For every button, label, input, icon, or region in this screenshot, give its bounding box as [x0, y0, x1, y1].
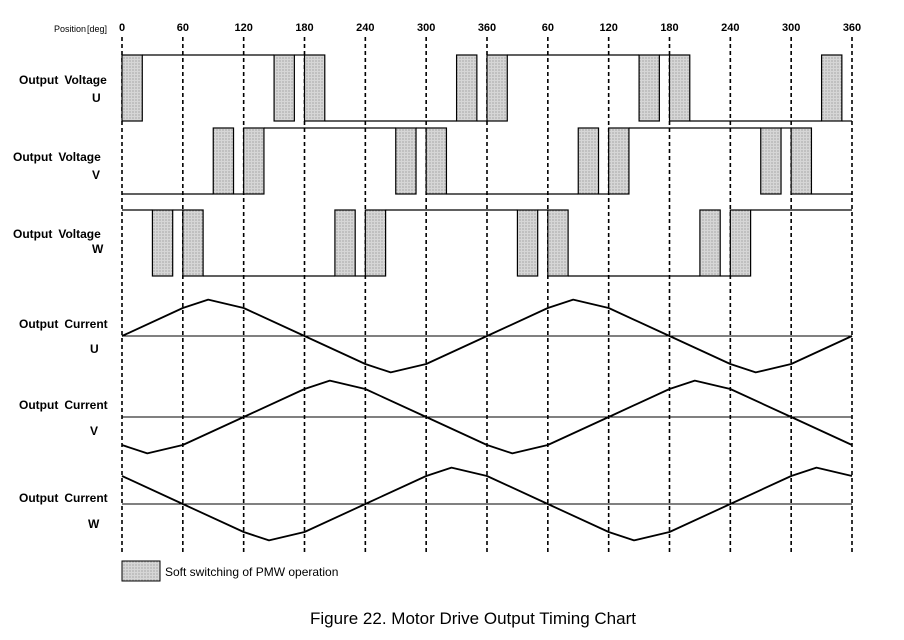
tick-label: 360	[478, 22, 496, 34]
soft-switching-block	[151, 209, 174, 277]
position-ticks: 0 60 120 180 240 300 360 60 120 180 240 300 360	[119, 22, 861, 34]
legend-label: Soft switching of PMW operation	[165, 565, 338, 579]
soft-switching-block	[364, 209, 387, 277]
label-current-w-line1: Output Current	[19, 491, 108, 505]
soft-switching-block	[486, 54, 508, 122]
timing-chart: Position[deg] 0 60 120 180 240 300 360 60 120 180…	[13, 22, 861, 628]
soft-switching-block	[577, 127, 600, 195]
soft-switching-block	[182, 209, 204, 277]
soft-switching-block	[608, 127, 630, 195]
soft-switching-block	[455, 54, 478, 122]
soft-switching-block	[121, 54, 143, 122]
label-voltage-v-line1: Output Voltage	[13, 150, 101, 164]
label-voltage-w-phase: W	[92, 242, 104, 256]
current-waveforms	[121, 298, 853, 542]
tick-label: 300	[782, 22, 800, 34]
signal-labels: Output Voltage U Output Voltage V Output Vo…	[13, 73, 108, 531]
tick-label: 60	[177, 22, 189, 34]
tick-label: 360	[843, 22, 861, 34]
soft-switching-block	[212, 127, 235, 195]
label-voltage-u-line1: Output Voltage	[19, 73, 107, 87]
soft-switching-block	[699, 209, 721, 277]
label-current-u-line1: Output Current	[19, 317, 108, 331]
label-current-w-phase: W	[88, 517, 100, 531]
label-current-u-phase: U	[90, 342, 99, 356]
soft-switching-block	[273, 54, 295, 122]
tick-label: 300	[417, 22, 435, 34]
label-current-v-phase: V	[90, 424, 98, 438]
soft-switching-block	[243, 127, 265, 195]
soft-switching-block	[668, 54, 691, 122]
soft-switching-block	[638, 54, 660, 122]
legend: Soft switching of PMW operation	[121, 560, 338, 582]
label-current-v-line1: Output Current	[19, 398, 108, 412]
tick-label: 0	[119, 22, 125, 34]
soft-switching-block	[516, 209, 539, 277]
tick-label: 120	[599, 22, 617, 34]
soft-switching-block	[547, 209, 569, 277]
tick-label: 180	[660, 22, 678, 34]
soft-switching-block	[303, 54, 326, 122]
figure-caption: Figure 22. Motor Drive Output Timing Cha…	[310, 609, 636, 628]
tick-label: 240	[721, 22, 739, 34]
soft-switching-block	[334, 209, 356, 277]
soft-switching-block	[760, 127, 782, 195]
tick-label: 240	[356, 22, 374, 34]
soft-switching-block	[790, 127, 813, 195]
label-voltage-v-phase: V	[92, 168, 100, 182]
label-voltage-u-phase: U	[92, 91, 101, 105]
soft-switching-block	[729, 209, 752, 277]
label-voltage-w-line1: Output Voltage	[13, 227, 101, 241]
position-axis-label: Position[deg]	[54, 24, 107, 34]
legend-swatch	[121, 560, 161, 582]
tick-label: 120	[234, 22, 252, 34]
tick-label: 60	[542, 22, 554, 34]
soft-switching-block	[425, 127, 448, 195]
tick-label: 180	[295, 22, 313, 34]
soft-switching-block	[395, 127, 417, 195]
soft-switching-block	[820, 54, 843, 122]
